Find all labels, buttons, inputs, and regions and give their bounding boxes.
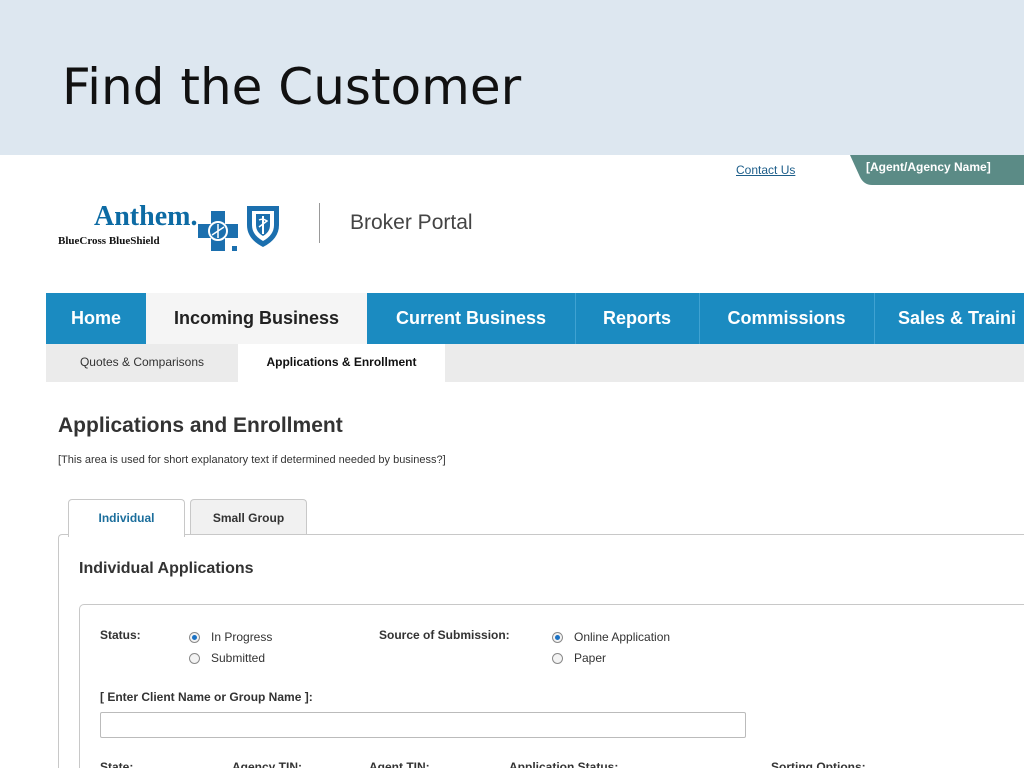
page-description: [This area is used for short explanatory… [58, 454, 446, 466]
status-submitted-radio[interactable]: Submitted [189, 651, 265, 665]
nav-commissions[interactable]: Commissions [699, 293, 875, 344]
status-label: Status: [100, 628, 141, 642]
agent-name-label: [Agent/Agency Name] [866, 160, 991, 174]
nav-reports[interactable]: Reports [575, 293, 700, 344]
portal-title: Broker Portal [350, 211, 473, 234]
blue-cross-icon [198, 211, 238, 251]
client-search-label: [ Enter Client Name or Group Name ]: [100, 690, 313, 704]
agent-name-tab[interactable]: [Agent/Agency Name] [850, 155, 1024, 185]
tab-individual[interactable]: Individual [68, 499, 185, 537]
nav-home[interactable]: Home [46, 293, 147, 344]
contact-us-link[interactable]: Contact Us [736, 163, 795, 177]
slide-title: Find the Customer [62, 58, 522, 116]
sorting-options-label: Sorting Options: [771, 760, 866, 768]
brand-subtitle: BlueCross BlueShield [58, 235, 160, 247]
anthem-logo[interactable]: Anthem. BlueCross BlueShield [58, 201, 293, 251]
agent-tin-label: Agent TIN: [369, 760, 430, 768]
subnav-applications-enrollment[interactable]: Applications & Enrollment [238, 344, 445, 382]
source-paper-label: Paper [574, 651, 607, 665]
tab-small-group[interactable]: Small Group [190, 499, 307, 536]
source-paper-radio[interactable]: Paper [552, 651, 606, 665]
agency-tin-label: Agency TIN: [232, 760, 303, 768]
radio-unselected-icon [189, 653, 200, 664]
source-online-label: Online Application [574, 630, 671, 644]
nav-current-business[interactable]: Current Business [367, 293, 576, 344]
subnav-quotes-comparisons[interactable]: Quotes & Comparisons [46, 344, 238, 382]
slide-header: Find the Customer [0, 0, 1024, 155]
radio-selected-icon [552, 632, 563, 643]
source-label: Source of Submission: [379, 628, 510, 642]
status-submitted-label: Submitted [211, 651, 266, 665]
brand-name: Anthem. [94, 201, 198, 232]
application-status-label: Application Status: [509, 760, 619, 768]
nav-incoming-business[interactable]: Incoming Business [146, 293, 367, 344]
nav-sales-training[interactable]: Sales & Traini [874, 293, 1024, 344]
source-online-radio[interactable]: Online Application [552, 630, 670, 644]
filter-box: Status: In Progress Submitted Source of … [79, 604, 1024, 768]
portal-screenshot: Contact Us [Agent/Agency Name] Anthem. B… [0, 155, 1024, 768]
main-nav: Home Incoming Business Current Business … [46, 293, 1024, 344]
state-label: State: [100, 760, 134, 768]
status-in-progress-radio[interactable]: In Progress [189, 630, 272, 644]
radio-selected-icon [189, 632, 200, 643]
page-heading: Applications and Enrollment [58, 414, 343, 437]
status-in-progress-label: In Progress [211, 630, 273, 644]
panel-title: Individual Applications [79, 560, 254, 577]
individual-applications-panel: Individual Applications Status: In Progr… [58, 534, 1024, 768]
radio-unselected-icon [552, 653, 563, 664]
blue-shield-icon [247, 206, 279, 247]
client-name-input[interactable] [100, 712, 746, 738]
logo-divider [319, 203, 320, 243]
sub-nav: Quotes & Comparisons Applications & Enro… [46, 344, 1024, 382]
